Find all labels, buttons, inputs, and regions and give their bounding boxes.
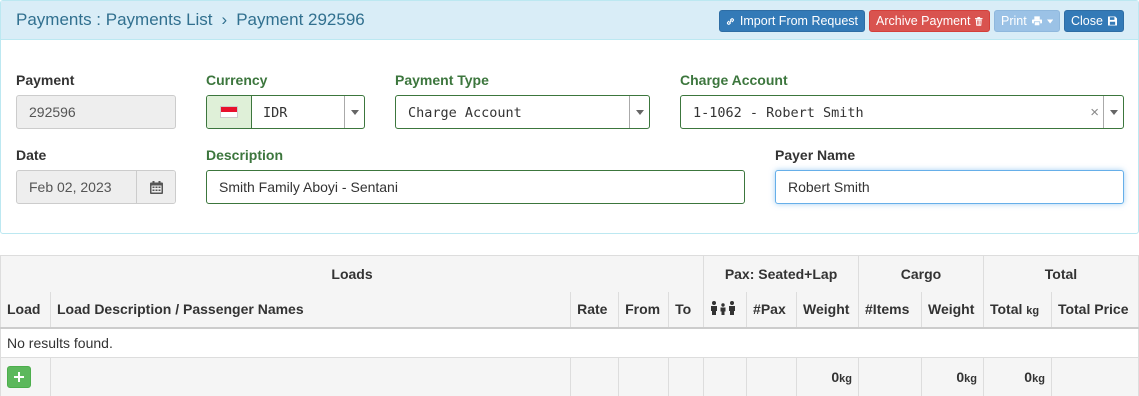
empty-row: No results found. [0,327,1139,358]
payment-number-field: 292596 [16,95,176,129]
chevron-down-icon[interactable] [629,96,649,128]
print-button-label: Print [1001,14,1027,28]
col-total-price: Total Price [1050,291,1139,329]
trash-icon [975,16,983,26]
total-weight: 0 [1024,369,1033,385]
footer-pax-weight: 0kg [796,357,860,396]
calendar-icon [149,180,163,194]
description-input[interactable]: Smith Family Aboyi - Sentani [206,170,745,204]
loads-table: Loads Pax: Seated+Lap Cargo Total Load L… [0,255,1139,396]
close-button-label: Close [1071,14,1103,28]
pax-group-header: Pax: Seated+Lap [703,255,860,292]
loads-group-header: Loads [0,255,705,292]
col-total-label: Total [989,301,1023,317]
col-items: #Items [858,291,922,329]
payer-name-label: Payer Name [775,147,856,163]
panel-header: Payments : Payments List › Payment 292596 … [1,1,1138,40]
footer-cargo-weight: 0kg [920,357,984,396]
payer-name-input[interactable]: Robert Smith [775,170,1124,204]
col-cargo-weight: Weight [920,291,984,329]
currency-flag-addon [207,96,252,128]
chevron-down-icon[interactable] [344,96,364,128]
footer-description [49,357,572,396]
close-button[interactable]: Close [1064,10,1124,32]
save-icon [1107,16,1117,26]
breadcrumb: Payments : Payments List › Payment 292596 [16,10,365,30]
add-cell [0,357,51,396]
date-value: Feb 02, 2023 [29,179,112,195]
payment-type-select[interactable]: Charge Account [395,95,650,129]
col-description: Load Description / Passenger Names [49,291,572,329]
col-total-unit: kg [1026,305,1040,317]
footer-items [858,357,922,396]
charge-account-select[interactable]: 1-1062 - Robert Smith × [680,95,1124,129]
date-label: Date [16,147,47,163]
currency-select[interactable]: IDR [206,95,365,129]
footer-total-price [1050,357,1139,396]
col-passengers [703,291,748,329]
footer-rate [570,357,620,396]
printer-icon [1031,16,1042,27]
col-total: Total kg [982,291,1052,329]
cargo-weight-total: 0 [956,369,965,385]
import-from-request-button[interactable]: Import From Request [719,10,865,32]
link-icon [726,17,734,25]
plus-icon [14,372,24,382]
footer-to [668,357,705,396]
archive-payment-button[interactable]: Archive Payment [869,10,990,32]
footer-row: 0kg 0kg 0kg [0,357,1139,396]
calendar-button[interactable] [136,171,175,203]
pax-weight-unit: kg [839,373,853,385]
clear-icon[interactable]: × [1090,97,1099,128]
charge-account-label: Charge Account [680,72,788,88]
currency-label: Currency [206,72,268,88]
col-to: To [668,291,705,329]
payment-panel: Payments : Payments List › Payment 292596 … [0,0,1139,234]
chevron-down-icon[interactable] [1103,96,1123,128]
import-button-label: Import From Request [739,14,858,28]
footer-passengers [703,357,748,396]
col-pax-count: #Pax [746,291,798,329]
footer-from [618,357,670,396]
add-load-button[interactable] [7,366,31,388]
payment-label: Payment [16,72,75,88]
breadcrumb-current: Payment 292596 [236,10,365,29]
charge-account-value: 1-1062 - Robert Smith [693,105,864,121]
payment-type-value: Charge Account [408,105,522,121]
caret-down-icon [1046,19,1053,23]
footer-pax-count [746,357,798,396]
col-rate: Rate [570,291,620,329]
pax-weight-total: 0 [831,369,840,385]
archive-button-label: Archive Payment [876,14,971,28]
description-label: Description [206,147,284,163]
total-group-header: Total [982,255,1139,292]
cargo-group-header: Cargo [858,255,984,292]
total-weight-unit: kg [1032,373,1045,385]
payment-type-label: Payment Type [395,72,489,88]
cargo-weight-unit: kg [964,373,977,385]
col-load: Load [0,291,51,329]
family-icon [711,300,736,315]
col-from: From [618,291,670,329]
currency-value: IDR [263,105,288,121]
breadcrumb-separator: › [221,10,228,29]
print-dropdown-button[interactable]: Print [994,10,1060,32]
indonesia-flag-icon [220,106,238,118]
breadcrumb-payments-list[interactable]: Payments : Payments List [16,10,213,29]
col-pax-weight: Weight [796,291,860,329]
date-field[interactable]: Feb 02, 2023 [16,170,176,204]
footer-total-weight: 0kg [982,357,1052,396]
empty-message: No results found. [0,327,1139,358]
